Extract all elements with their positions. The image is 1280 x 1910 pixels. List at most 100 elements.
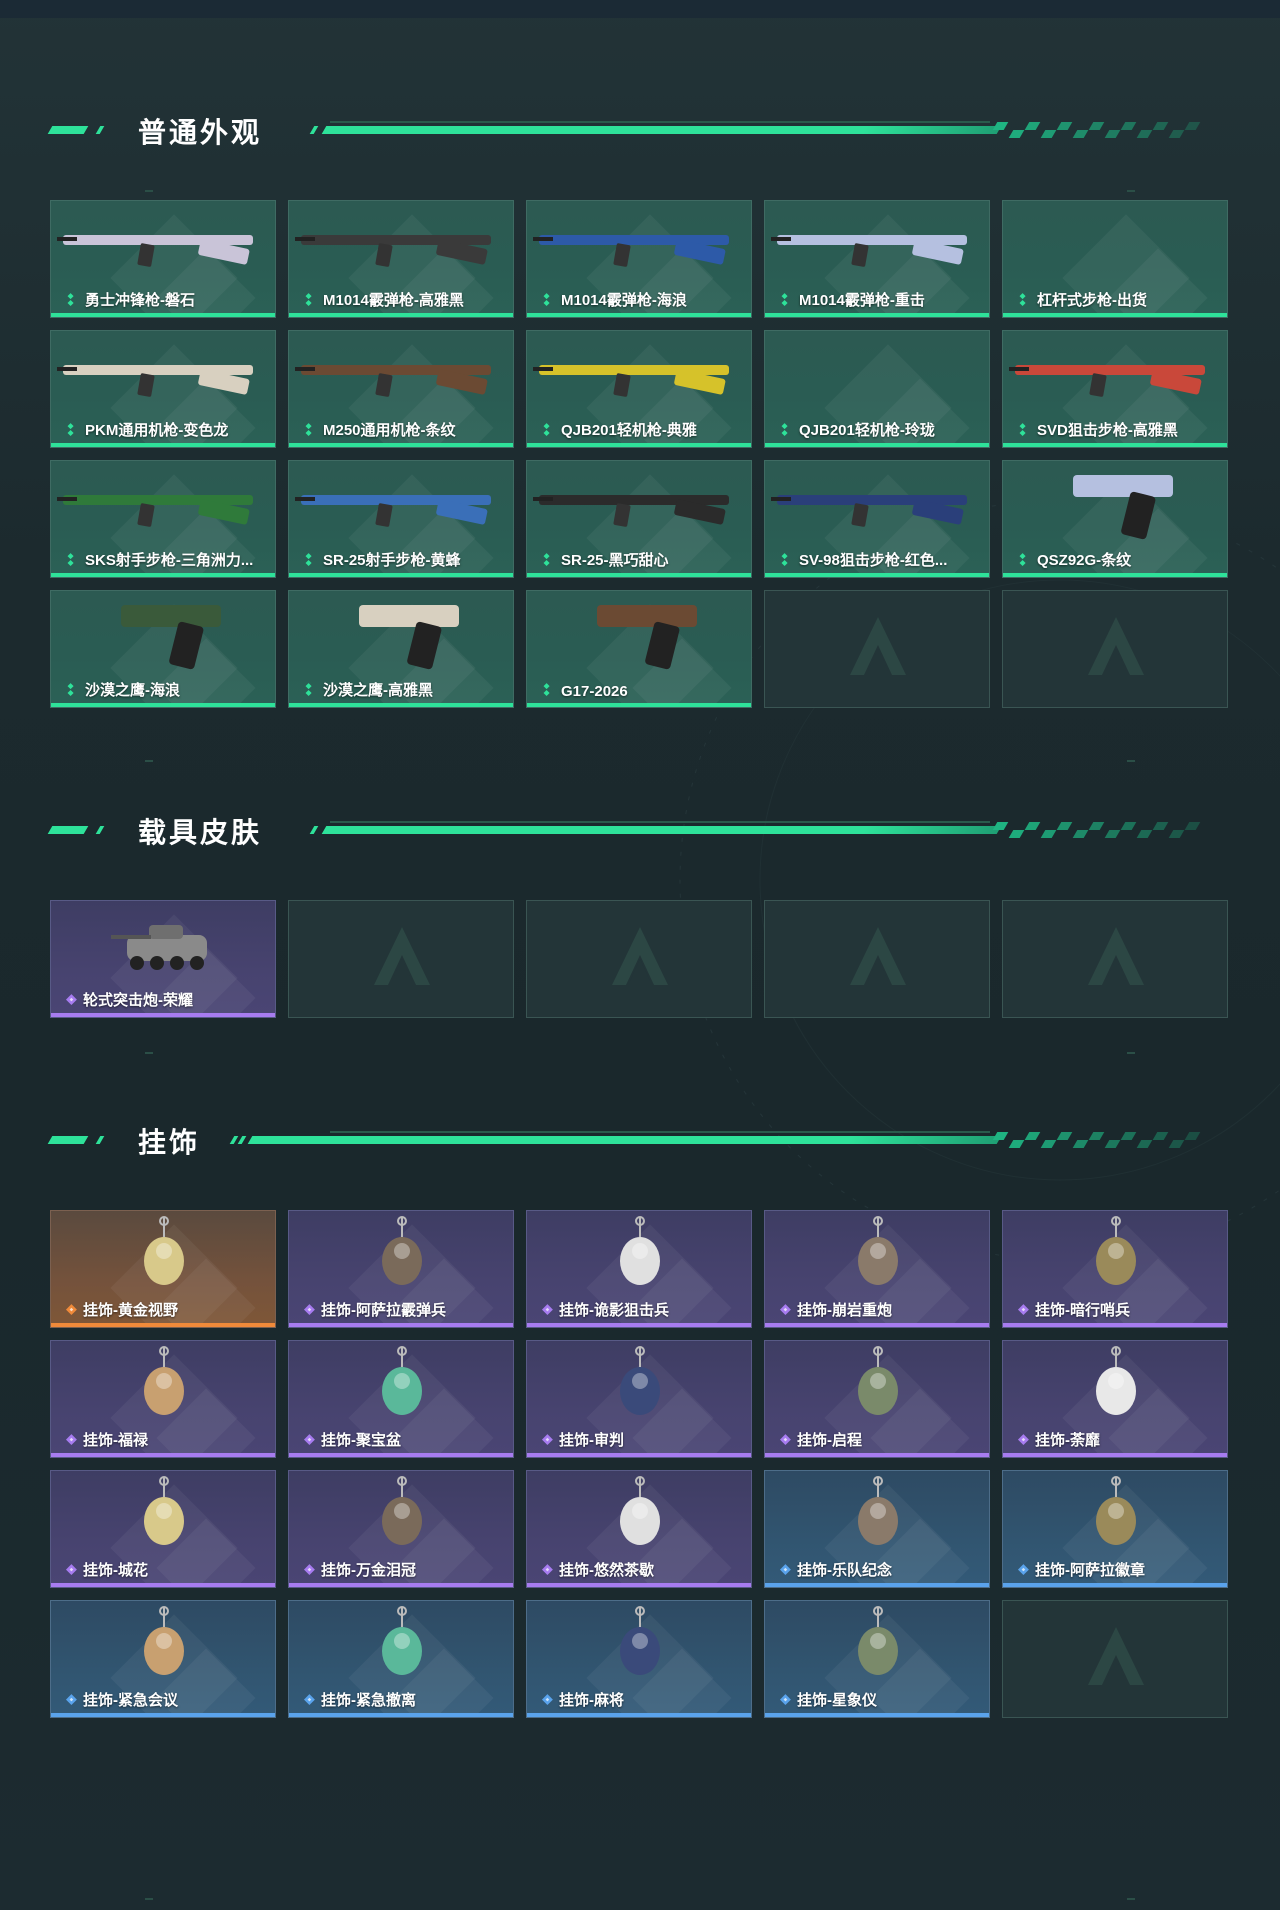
header-dash — [47, 126, 89, 134]
checker-block — [1120, 122, 1137, 130]
item-label: 沙漠之鹰-海浪 — [85, 682, 180, 699]
item-card[interactable]: 挂饰-崩岩重炮 — [764, 1210, 990, 1328]
item-card[interactable]: 沙漠之鹰-高雅黑 — [288, 590, 514, 708]
rarity-icon — [779, 1434, 791, 1446]
item-card[interactable]: M1014霰弹枪-重击 — [764, 200, 990, 318]
item-card[interactable]: 挂饰-诡影狙击兵 — [526, 1210, 752, 1328]
item-card[interactable]: 挂饰-聚宝盆 — [288, 1340, 514, 1458]
item-card[interactable]: 挂饰-黄金视野 — [50, 1210, 276, 1328]
charm-icon — [620, 1606, 660, 1675]
rarity-icon — [65, 1434, 77, 1446]
item-card[interactable]: 勇士冲锋枪-磐石 — [50, 200, 276, 318]
checker-block — [1136, 130, 1153, 138]
item-label: 挂饰-黄金视野 — [83, 1302, 178, 1319]
pistol-icon — [121, 605, 221, 670]
item-card[interactable]: 挂饰-紧急会议 — [50, 1600, 276, 1718]
item-label: 挂饰-荼靡 — [1035, 1432, 1100, 1449]
placeholder-logo-icon — [1088, 927, 1144, 985]
item-card[interactable]: SKS射手步枪-三角洲力... — [50, 460, 276, 578]
item-card[interactable]: 挂饰-阿萨拉徽章 — [1002, 1470, 1228, 1588]
item-card[interactable]: 挂饰-麻将 — [526, 1600, 752, 1718]
item-card[interactable]: 挂饰-荼靡 — [1002, 1340, 1228, 1458]
item-card[interactable]: SVD狙击步枪-高雅黑 — [1002, 330, 1228, 448]
rarity-bar — [51, 313, 275, 317]
item-card[interactable]: G17-2026 — [526, 590, 752, 708]
empty-slot — [288, 900, 514, 1018]
item-label: 挂饰-审判 — [559, 1432, 624, 1449]
rarity-bar — [51, 443, 275, 447]
rarity-bar — [289, 573, 513, 577]
item-card[interactable]: 沙漠之鹰-海浪 — [50, 590, 276, 708]
shotgun-icon — [533, 235, 729, 267]
item-card[interactable]: SR-25射手步枪-黄蜂 — [288, 460, 514, 578]
rifle-icon — [295, 495, 491, 527]
item-card[interactable]: M1014霰弹枪-高雅黑 — [288, 200, 514, 318]
header-checker-pattern — [992, 822, 1203, 838]
top-bar — [0, 0, 1280, 18]
smg-icon — [57, 235, 253, 267]
item-card[interactable]: 挂饰-紧急撤离 — [288, 1600, 514, 1718]
rarity-icon — [781, 553, 788, 567]
item-label: 挂饰-紧急会议 — [83, 1692, 178, 1709]
rarity-icon — [541, 1564, 553, 1576]
rarity-icon — [303, 1304, 315, 1316]
charm-icon — [382, 1346, 422, 1415]
checker-block — [1088, 822, 1105, 830]
section-header: 挂饰 — [0, 1117, 1280, 1158]
rarity-icon — [1017, 1304, 1029, 1316]
item-card[interactable]: SR-25-黑巧甜心 — [526, 460, 752, 578]
item-card[interactable]: PKM通用机枪-变色龙 — [50, 330, 276, 448]
item-card[interactable]: QSZ92G-条纹 — [1002, 460, 1228, 578]
item-card[interactable]: 挂饰-阿萨拉霰弹兵 — [288, 1210, 514, 1328]
rarity-icon — [65, 994, 77, 1006]
checker-block — [1184, 122, 1201, 130]
checker-block — [1008, 130, 1025, 138]
item-card[interactable]: 挂饰-启程 — [764, 1340, 990, 1458]
rarity-icon — [1019, 423, 1026, 437]
rarity-bar — [765, 1583, 989, 1587]
item-label: 沙漠之鹰-高雅黑 — [323, 682, 433, 699]
item-card[interactable]: M1014霰弹枪-海浪 — [526, 200, 752, 318]
rarity-icon — [543, 423, 550, 437]
checker-block — [1072, 830, 1089, 838]
rarity-bar — [527, 1583, 751, 1587]
header-tick — [309, 126, 319, 134]
item-label: 挂饰-星象仪 — [797, 1692, 877, 1709]
rarity-icon — [67, 293, 74, 307]
item-card[interactable]: 挂饰-审判 — [526, 1340, 752, 1458]
rarity-bar — [527, 1323, 751, 1327]
checker-block — [1104, 1140, 1121, 1148]
item-card[interactable]: 挂饰-城花 — [50, 1470, 276, 1588]
rarity-bar — [1003, 443, 1227, 447]
rarity-icon — [541, 1694, 553, 1706]
item-card[interactable]: 挂饰-福禄 — [50, 1340, 276, 1458]
header-checker-pattern — [992, 122, 1203, 138]
item-card[interactable]: QJB201轻机枪-典雅 — [526, 330, 752, 448]
checker-block — [992, 822, 1009, 830]
header-thin-line — [330, 121, 990, 123]
item-card[interactable]: M250通用机枪-条纹 — [288, 330, 514, 448]
rarity-icon — [65, 1304, 77, 1316]
item-card[interactable]: 挂饰-星象仪 — [764, 1600, 990, 1718]
item-card[interactable]: QJB201轻机枪-玲珑 — [764, 330, 990, 448]
item-card[interactable]: 挂饰-暗行哨兵 — [1002, 1210, 1228, 1328]
item-card[interactable]: 挂饰-悠然茶歇 — [526, 1470, 752, 1588]
item-card[interactable]: 杠杆式步枪-出货 — [1002, 200, 1228, 318]
checker-block — [1152, 822, 1169, 830]
empty-slot — [526, 900, 752, 1018]
item-label: 挂饰-万金泪冠 — [321, 1562, 416, 1579]
charm-icon — [144, 1346, 184, 1415]
item-card[interactable]: 挂饰-乐队纪念 — [764, 1470, 990, 1588]
item-label: 挂饰-崩岩重炮 — [797, 1302, 892, 1319]
charm-icon — [1096, 1476, 1136, 1545]
rarity-icon — [305, 553, 312, 567]
item-card[interactable]: 轮式突击炮-荣耀 — [50, 900, 276, 1018]
item-card[interactable]: SV-98狙击步枪-红色... — [764, 460, 990, 578]
rarity-icon — [303, 1694, 315, 1706]
header-dash — [47, 826, 89, 834]
item-card[interactable]: 挂饰-万金泪冠 — [288, 1470, 514, 1588]
item-label: M250通用机枪-条纹 — [323, 422, 456, 439]
checker-block — [1024, 122, 1041, 130]
rarity-bar — [527, 1713, 751, 1717]
checker-block — [1184, 1132, 1201, 1140]
